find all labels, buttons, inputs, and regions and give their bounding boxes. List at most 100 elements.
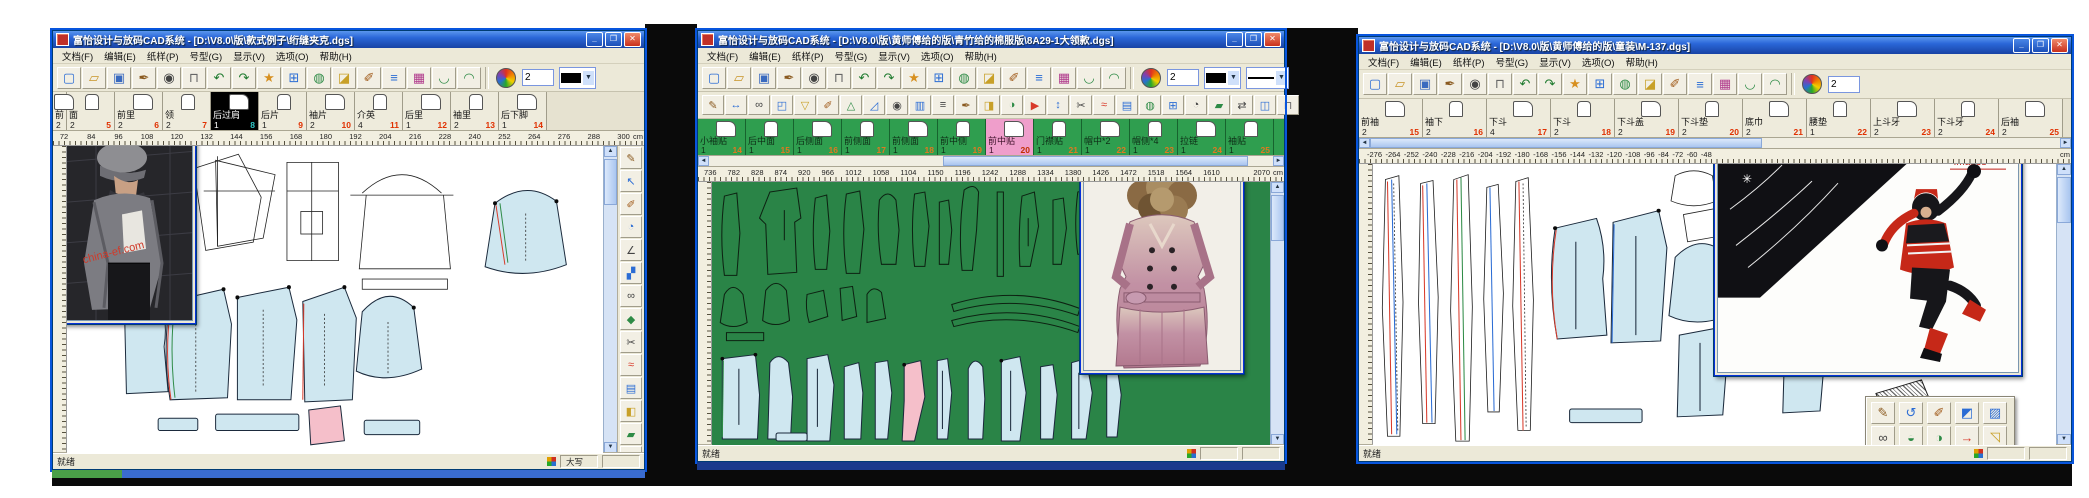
menu-item[interactable]: 纸样(P) [142,49,184,63]
scroll-thumb[interactable] [1271,195,1284,241]
menu-item[interactable]: 显示(V) [228,49,270,63]
camera-icon[interactable]: ◉ [802,66,826,89]
pattern-cell[interactable]: 介英 4 11 [355,92,403,130]
grading-point-icon[interactable]: ★ [902,66,926,89]
fill-icon[interactable]: ◍ [1139,95,1161,115]
pleat-icon[interactable]: ◒ [1899,426,1923,445]
redo-icon[interactable]: ↷ [1538,73,1562,95]
undo-icon[interactable]: ↶ [1513,73,1537,95]
symmetry-icon[interactable]: ◑ [1001,95,1023,115]
parallel-icon[interactable]: ≡ [932,95,954,115]
fabric-icon[interactable]: ▰ [620,423,642,445]
minimize-button[interactable]: _ [1226,32,1243,47]
brush-icon[interactable]: ✐ [357,66,381,89]
layout-icon[interactable]: ≡ [1688,73,1712,95]
fill-piece-icon[interactable]: ◍ [952,66,976,89]
style-photo-window[interactable]: 款式图 ✕ [67,146,197,325]
pencil-icon[interactable]: ✐ [1927,402,1951,424]
redo-icon[interactable]: ↷ [232,66,256,89]
smart-pen-icon[interactable]: ✎ [702,95,724,115]
scroll-down-icon[interactable]: ▼ [604,442,617,453]
scroll-thumb[interactable] [1370,138,1762,148]
grading-point-icon[interactable]: ★ [257,66,281,89]
new-file-icon[interactable]: ▢ [57,66,81,89]
menu-item[interactable]: 显示(V) [1534,55,1576,69]
undo-icon[interactable]: ↶ [207,66,231,89]
pattern-canvas[interactable]: 款式图 ✕ ✳ Images [1373,164,2056,445]
rotate-icon[interactable]: ↺ [1899,402,1923,424]
move-point-icon[interactable]: ↔ [725,95,747,115]
triangle-ruler-icon[interactable]: △ [840,95,862,115]
curve-convex-icon[interactable]: ◠ [1763,73,1787,95]
seam-icon[interactable]: ≈ [620,354,642,376]
layout-icon[interactable]: ≡ [382,66,406,89]
menu-item[interactable]: 帮助(H) [960,49,1002,63]
brush-icon[interactable]: ✐ [1663,73,1687,95]
scroll-up-icon[interactable]: ▲ [1271,182,1284,193]
color-wheel-icon[interactable] [496,67,516,88]
line-width-input[interactable] [1167,69,1199,86]
select-icon[interactable]: ↖ [620,170,642,192]
line-color-select[interactable]: ▼ [1204,66,1241,89]
line-width-input[interactable] [1828,75,1860,93]
minimize-button[interactable]: _ [2013,38,2030,53]
layout-icon[interactable]: ≡ [1027,66,1051,89]
menu-item[interactable]: 选项(O) [916,49,959,63]
maximize-button[interactable]: ❐ [605,32,622,47]
titlebar[interactable]: 富怡设计与放码CAD系统 - [D:\V8.0\版\黄师傅给的版\童装\M-13… [1359,37,2071,54]
menu-item[interactable]: 文档(F) [702,49,743,63]
scroll-right-icon[interactable]: ► [2060,138,2071,148]
style-photo-window[interactable]: 款式图 ✕ [1079,182,1245,375]
grid-view-icon[interactable]: ⊞ [1588,73,1612,95]
stripe-icon[interactable]: ▤ [620,377,642,399]
menu-item[interactable]: 文档(F) [1363,55,1404,69]
dart-icon[interactable]: ▽ [794,95,816,115]
open-file-icon[interactable]: ▱ [727,66,751,89]
undo-icon[interactable]: ↶ [852,66,876,89]
color-chart-icon[interactable]: ▦ [407,66,431,89]
pattern-canvas[interactable]: 款式图 ✕ [67,146,603,453]
menu-item[interactable]: 编辑(E) [99,49,141,63]
table-icon[interactable]: ⊓ [620,446,642,453]
scroll-left-icon[interactable]: ◄ [1359,138,1370,148]
pattern-canvas[interactable]: 款式图 ✕ [712,182,1270,445]
new-file-icon[interactable]: ▢ [1363,73,1387,95]
pen-tablet-icon[interactable]: ✒ [132,66,156,89]
brush-icon[interactable]: ✐ [1002,66,1026,89]
line-width-input[interactable] [522,69,554,86]
mirror-icon[interactable]: ◆ [620,308,642,330]
compare-length-icon[interactable]: ∞ [620,285,642,307]
grading-point-icon[interactable]: ★ [1563,73,1587,95]
menu-item[interactable]: 帮助(H) [315,49,357,63]
menu-item[interactable]: 号型(G) [1490,55,1533,69]
scroll-right-icon[interactable]: ► [1273,156,1284,166]
curve-convex-icon[interactable]: ◠ [1102,66,1126,89]
pattern-cell[interactable]: 袖下 2 16 [1423,99,1487,137]
pattern-cell[interactable]: 帽中*2 1 22 [1082,119,1130,155]
dart-icon[interactable]: ◩ [1955,402,1979,424]
pattern-cell[interactable]: 下斗 2 18 [1551,99,1615,137]
plot-table-icon[interactable]: ⊓ [1488,73,1512,95]
scroll-thumb[interactable] [604,159,617,205]
panel-icon[interactable]: ◫ [1254,95,1276,115]
pattern-cell[interactable]: 前侧面 1 18 [890,119,938,155]
save-file-icon[interactable]: ▣ [1413,73,1437,95]
pattern-cell[interactable]: 底巾 2 21 [1743,99,1807,137]
scroll-thumb[interactable] [2057,177,2071,223]
save-file-icon[interactable]: ▣ [752,66,776,89]
pattern-cell[interactable]: 后中面 1 15 [746,119,794,155]
menu-item[interactable]: 选项(O) [1577,55,1620,69]
style-photo-window[interactable]: 款式图 ✕ ✳ Images [1713,164,2023,377]
pattern-cell[interactable]: 后侧面 1 16 [794,119,842,155]
scroll-down-icon[interactable]: ▼ [1271,434,1284,445]
move-piece-icon[interactable]: ◪ [332,66,356,89]
scissors-icon[interactable]: ✂ [620,331,642,353]
arc-icon[interactable]: ◔ [1185,95,1207,115]
grid-view-icon[interactable]: ⊞ [927,66,951,89]
pattern-cell[interactable]: 腰垫 1 22 [1807,99,1871,137]
color-chart-icon[interactable]: ▦ [1713,73,1737,95]
fabric-icon[interactable]: ▰ [1208,95,1230,115]
smart-pen-icon[interactable]: ✎ [1871,402,1895,424]
scroll-up-icon[interactable]: ▲ [604,146,617,157]
scroll-down-icon[interactable]: ▼ [2057,434,2071,445]
